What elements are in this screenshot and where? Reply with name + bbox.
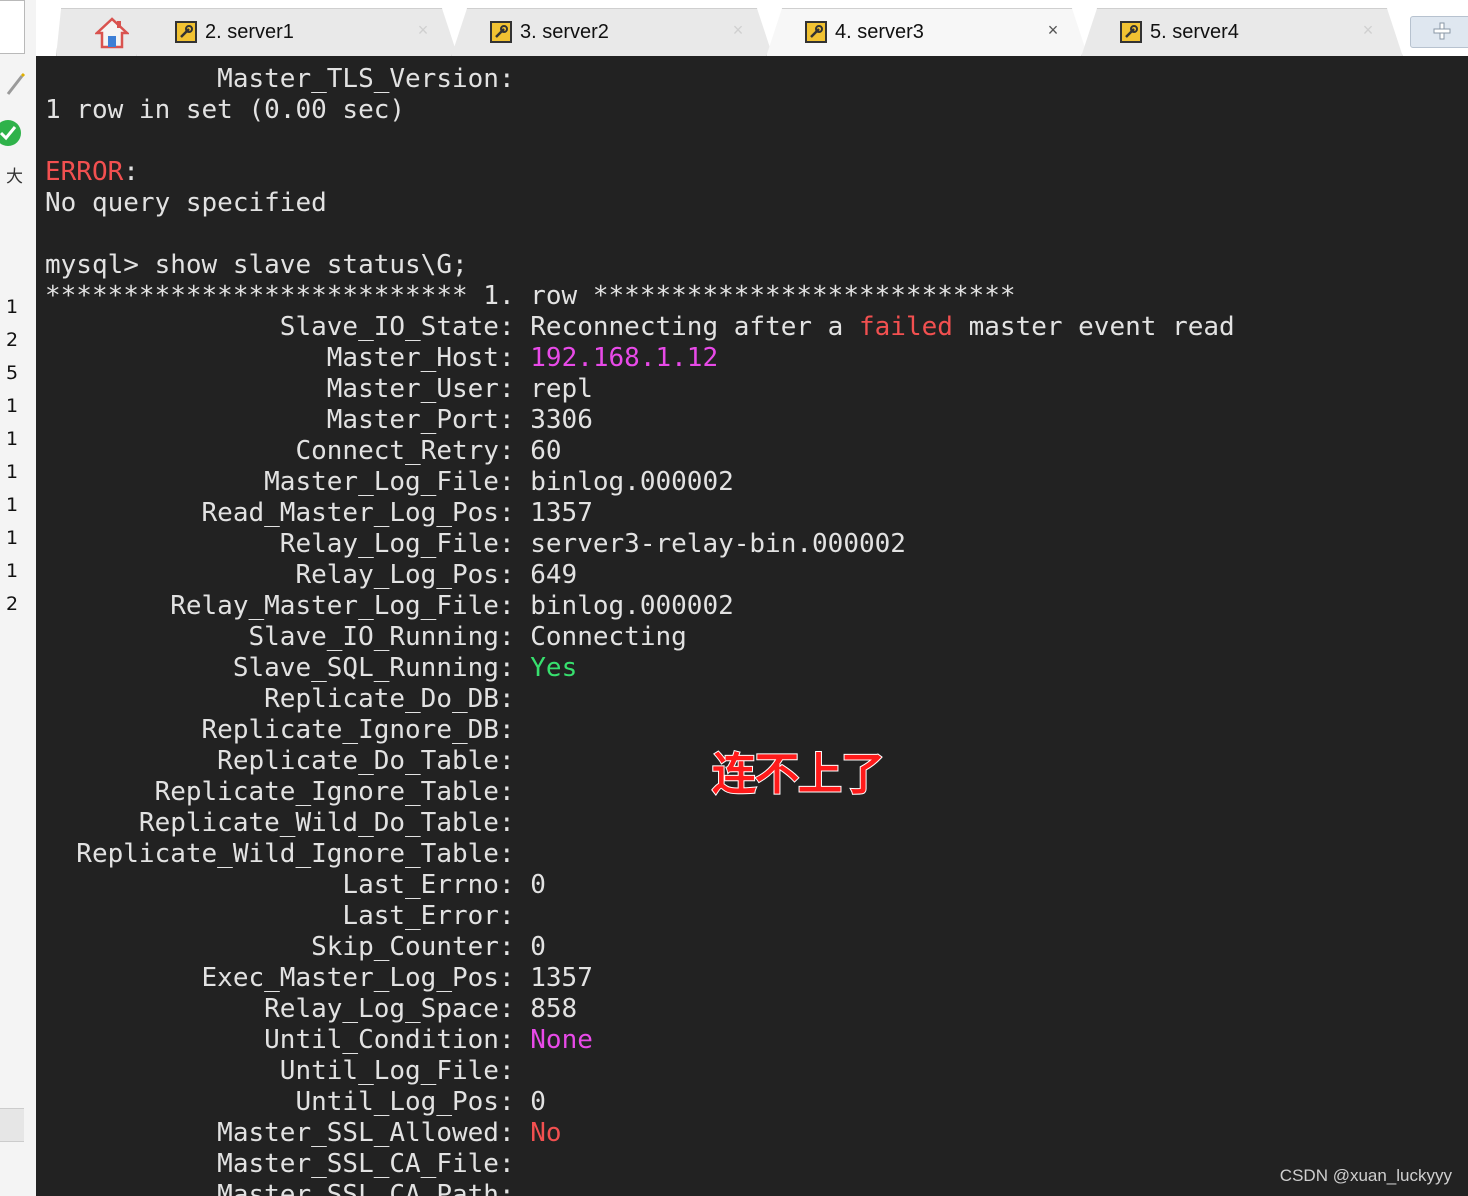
field-line: Exec_Master_Log_Pos: 1357 <box>45 963 593 993</box>
field-line: Last_Errno: 0 <box>45 870 546 900</box>
field-key: Slave_SQL_Running: <box>45 653 531 683</box>
close-icon[interactable]: × <box>730 21 746 39</box>
wrench-icon <box>1120 21 1142 43</box>
sidebar-number: 1 <box>6 395 19 417</box>
close-icon[interactable]: × <box>1045 21 1061 39</box>
session-tab-bar: 2. server1 × 3. server2 × 4. server3 × 5… <box>36 0 1468 57</box>
tab-server1[interactable]: 2. server1 × <box>136 8 458 57</box>
field-line: Skip_Counter: 0 <box>45 932 546 962</box>
sidebar-number: 1 <box>6 296 19 318</box>
field-value: Reconnecting after a <box>530 312 859 342</box>
error-line: ERROR: <box>45 157 139 188</box>
error-colon: : <box>123 157 139 187</box>
wrench-icon <box>490 21 512 43</box>
field-line: Slave_IO_Running: Connecting <box>45 622 687 652</box>
field-line: Master_Log_File: binlog.000002 <box>45 467 734 497</box>
field-line: Until_Log_File: <box>45 1056 515 1086</box>
field-master-host: Master_Host: 192.168.1.12 <box>45 343 718 374</box>
mysql-command: mysql> show slave status\G; <box>45 250 468 280</box>
terminal-output[interactable]: Master_TLS_Version: 1 row in set (0.00 s… <box>36 56 1468 1196</box>
tab-server4[interactable]: 5. server4 × <box>1081 8 1403 57</box>
tab-label: 3. server2 <box>520 20 609 43</box>
annotation-text: 连不上了 <box>711 748 886 801</box>
field-line: Master_SSL_CA_Path: <box>45 1180 515 1196</box>
field-value: Yes <box>530 653 578 683</box>
field-key: Master_Host: <box>45 343 531 373</box>
tab-label: 4. server3 <box>835 20 924 43</box>
pen-icon[interactable] <box>4 72 26 98</box>
sidebar-bottom-box <box>0 1108 24 1142</box>
field-line: Replicate_Ignore_Table: <box>45 777 515 807</box>
field-line: Relay_Log_Pos: 649 <box>45 560 578 590</box>
field-line: Master_SSL_CA_File: <box>45 1149 515 1179</box>
field-line: Relay_Master_Log_File: binlog.000002 <box>45 591 734 621</box>
field-line: Master_Port: 3306 <box>45 405 593 435</box>
plus-icon <box>1433 22 1451 40</box>
field-key: Until_Condition: <box>45 1025 531 1055</box>
wrench-icon <box>805 21 827 43</box>
row-header: *************************** 1. row *****… <box>45 281 1016 311</box>
field-until-condition: Until_Condition: None <box>45 1025 593 1056</box>
field-line: Read_Master_Log_Pos: 1357 <box>45 498 593 528</box>
check-icon[interactable] <box>0 118 22 148</box>
sidebar-number: 1 <box>6 527 19 549</box>
field-line: Replicate_Wild_Do_Table: <box>45 808 515 838</box>
field-slave-io-state: Slave_IO_State: Reconnecting after a fai… <box>45 312 1235 343</box>
tab-server3[interactable]: 4. server3 × <box>766 8 1088 57</box>
sidebar-number: 1 <box>6 428 19 450</box>
sidebar-number: 1 <box>6 560 19 582</box>
field-key: Slave_IO_State: <box>45 312 531 342</box>
tab-server2[interactable]: 3. server2 × <box>451 8 773 57</box>
error-label: ERROR <box>45 157 124 187</box>
sidebar-number: 1 <box>6 494 19 516</box>
tab-label: 2. server1 <box>205 20 294 43</box>
new-tab-button[interactable] <box>1410 16 1468 48</box>
sidebar-number: 5 <box>6 362 19 384</box>
sidebar-top-box <box>0 0 25 54</box>
field-line: Connect_Retry: 60 <box>45 436 562 466</box>
field-line: Replicate_Ignore_DB: <box>45 715 515 745</box>
left-sidebar-strip: 大 1 2 5 1 1 1 1 1 1 2 <box>0 0 37 1196</box>
field-line: Last_Error: <box>45 901 515 931</box>
close-icon[interactable]: × <box>1360 21 1376 39</box>
watermark: CSDN @xuan_luckyyy <box>1279 1166 1452 1185</box>
field-key: Master_SSL_Allowed: <box>45 1118 531 1148</box>
error-message: No query specified <box>45 188 327 218</box>
field-line: Until_Log_Pos: 0 <box>45 1087 546 1117</box>
field-line: Master_User: repl <box>45 374 593 404</box>
field-master-ssl-allowed: Master_SSL_Allowed: No <box>45 1118 562 1149</box>
wrench-icon <box>175 21 197 43</box>
field-value: master event read <box>952 312 1235 342</box>
failed-highlight: failed <box>859 312 953 342</box>
terminal-line: Master_TLS_Version: <box>45 64 515 94</box>
field-line: Replicate_Wild_Ignore_Table: <box>45 839 515 869</box>
tab-label: 5. server4 <box>1150 20 1239 43</box>
terminal-line: 1 row in set (0.00 sec) <box>45 95 406 125</box>
field-line: Replicate_Do_Table: <box>45 746 515 776</box>
sidebar-number: 2 <box>6 593 19 615</box>
field-value: 192.168.1.12 <box>530 343 719 373</box>
sidebar-char: 大 <box>6 167 23 187</box>
field-value: No <box>530 1118 562 1148</box>
sidebar-number: 1 <box>6 461 19 483</box>
sidebar-number: 2 <box>6 329 19 351</box>
close-icon[interactable]: × <box>415 21 431 39</box>
field-line: Relay_Log_File: server3-relay-bin.000002 <box>45 529 906 559</box>
field-slave-sql-running: Slave_SQL_Running: Yes <box>45 653 577 684</box>
field-value: None <box>530 1025 593 1055</box>
field-line: Replicate_Do_DB: <box>45 684 515 714</box>
field-line: Relay_Log_Space: 858 <box>45 994 578 1024</box>
home-icon <box>95 17 129 49</box>
